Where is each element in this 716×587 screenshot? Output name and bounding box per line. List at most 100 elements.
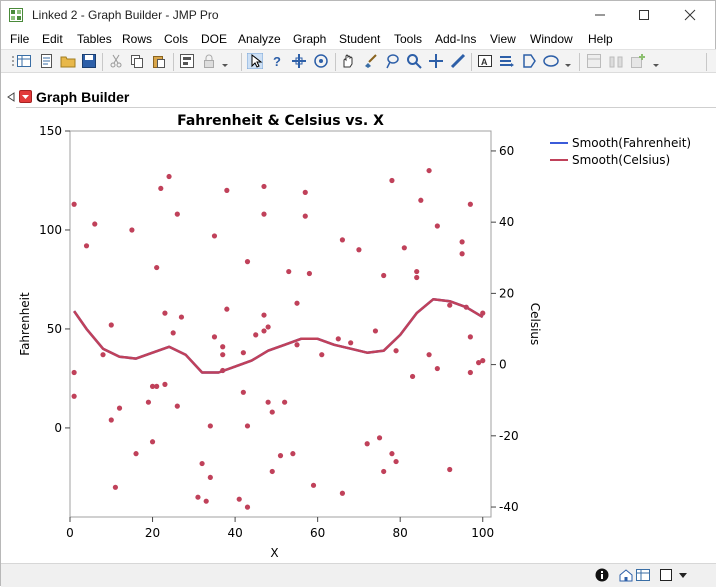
data-point <box>112 484 119 490</box>
grabber-tool-icon[interactable] <box>340 53 356 69</box>
data-point <box>364 441 370 447</box>
data-point <box>459 251 465 257</box>
lasso-tool-icon[interactable] <box>384 53 400 69</box>
arrange-tool-icon[interactable] <box>608 53 624 69</box>
y2-tick-label: 0 <box>499 358 507 372</box>
data-point <box>253 332 259 338</box>
data-point <box>414 268 420 275</box>
data-point <box>277 453 284 459</box>
data-point <box>480 358 486 364</box>
data-point <box>418 197 424 203</box>
menu-tools[interactable]: Tools <box>394 32 422 46</box>
maximize-button[interactable] <box>621 1 667 29</box>
target-tool-icon[interactable] <box>313 53 329 69</box>
menu-analyze[interactable]: Analyze <box>238 32 281 46</box>
graph-builder-chart[interactable]: Fahrenheit & Celsius vs. X 0 20 40 60 80 100 X 0… <box>1 73 716 563</box>
magnifier-tool-icon[interactable] <box>406 53 422 69</box>
data-point <box>207 423 213 429</box>
title-bar: Linked 2 - Graph Builder - JMP Pro <box>1 1 715 29</box>
plot-frame <box>69 130 492 518</box>
data-point <box>348 340 354 346</box>
cut-icon[interactable] <box>108 53 124 69</box>
close-button[interactable] <box>667 1 713 29</box>
menu-doe[interactable]: DOE <box>201 32 227 46</box>
menu-student[interactable]: Student <box>339 32 380 46</box>
data-point <box>434 223 440 229</box>
menu-rows[interactable]: Rows <box>122 32 152 46</box>
data-point <box>282 399 288 405</box>
data-point <box>211 334 218 340</box>
data-point <box>145 399 152 405</box>
data-point <box>389 177 395 184</box>
new-script-icon[interactable] <box>38 53 54 69</box>
data-point <box>129 227 135 233</box>
data-point <box>339 490 346 496</box>
y-tick-label: 100 <box>39 223 62 237</box>
menu-graph[interactable]: Graph <box>293 32 326 46</box>
data-point <box>244 259 251 265</box>
brush-tool-icon[interactable] <box>362 53 378 69</box>
crosshair-tool-icon[interactable] <box>291 53 307 69</box>
x-tick-label: 40 <box>227 526 242 540</box>
chevron-down-icon[interactable] <box>677 568 689 582</box>
add-graph-icon[interactable] <box>630 53 646 69</box>
data-point <box>401 245 407 251</box>
data-point <box>434 365 440 372</box>
close-icon <box>684 9 696 21</box>
lock-icon[interactable] <box>201 53 217 69</box>
y2-tick-label: 20 <box>499 286 514 300</box>
menu-help[interactable]: Help <box>588 32 613 46</box>
data-point <box>170 330 176 336</box>
save-icon[interactable] <box>81 53 97 69</box>
data-point <box>414 274 420 281</box>
data-point <box>154 383 160 389</box>
menu-tables[interactable]: Tables <box>77 32 112 46</box>
paste-icon[interactable] <box>151 53 167 69</box>
toolbar-overflow-icon-3[interactable] <box>652 53 660 69</box>
polygon-tool-icon[interactable] <box>521 53 537 69</box>
data-point <box>108 322 114 328</box>
data-point <box>244 504 251 510</box>
oval-tool-icon[interactable] <box>543 53 559 69</box>
annotate-tool-icon[interactable]: A <box>477 53 493 69</box>
arrow-tool-icon[interactable] <box>247 53 263 69</box>
menu-view[interactable]: View <box>490 32 516 46</box>
info-icon[interactable] <box>595 568 609 582</box>
toolbar-overflow-icon-2[interactable] <box>564 53 572 69</box>
data-point <box>207 474 213 481</box>
journal-icon[interactable] <box>179 53 195 69</box>
toolbar-overflow-icon[interactable] <box>221 53 229 69</box>
data-point <box>149 439 156 445</box>
data-point <box>294 300 300 306</box>
copy-icon[interactable] <box>129 53 145 69</box>
data-point <box>220 344 226 350</box>
app-window: Linked 2 - Graph Builder - JMP Pro File … <box>0 0 716 587</box>
arrow-draw-tool-icon[interactable] <box>499 53 515 69</box>
help-tool-icon[interactable]: ? <box>269 53 285 69</box>
menu-window[interactable]: Window <box>530 32 573 46</box>
window-list-icon[interactable] <box>659 568 673 582</box>
data-point <box>393 348 399 354</box>
minimize-button[interactable] <box>577 1 623 29</box>
menu-cols[interactable]: Cols <box>164 32 188 46</box>
open-folder-icon[interactable] <box>60 53 76 69</box>
new-data-table-icon[interactable] <box>16 53 32 69</box>
data-table-icon[interactable] <box>635 568 651 582</box>
data-point <box>459 239 465 245</box>
menu-bar: File Edit Tables Rows Cols DOE Analyze G… <box>1 31 715 49</box>
menu-file[interactable]: File <box>10 32 29 46</box>
data-point <box>224 187 230 193</box>
data-point <box>294 342 300 348</box>
home-icon[interactable] <box>618 568 634 582</box>
data-point <box>83 243 90 249</box>
data-point <box>100 352 106 358</box>
data-point <box>306 270 312 277</box>
data-point <box>133 451 139 457</box>
layout-tool-icon[interactable] <box>586 53 602 69</box>
menu-edit[interactable]: Edit <box>42 32 63 46</box>
line-tool-icon[interactable] <box>450 53 466 69</box>
y-axis-label: Fahrenheit <box>18 292 32 356</box>
y2-axis-label: Celsius <box>528 303 542 346</box>
menu-add-ins[interactable]: Add-Ins <box>435 32 476 46</box>
crosshairs-tool-icon[interactable] <box>428 53 444 69</box>
